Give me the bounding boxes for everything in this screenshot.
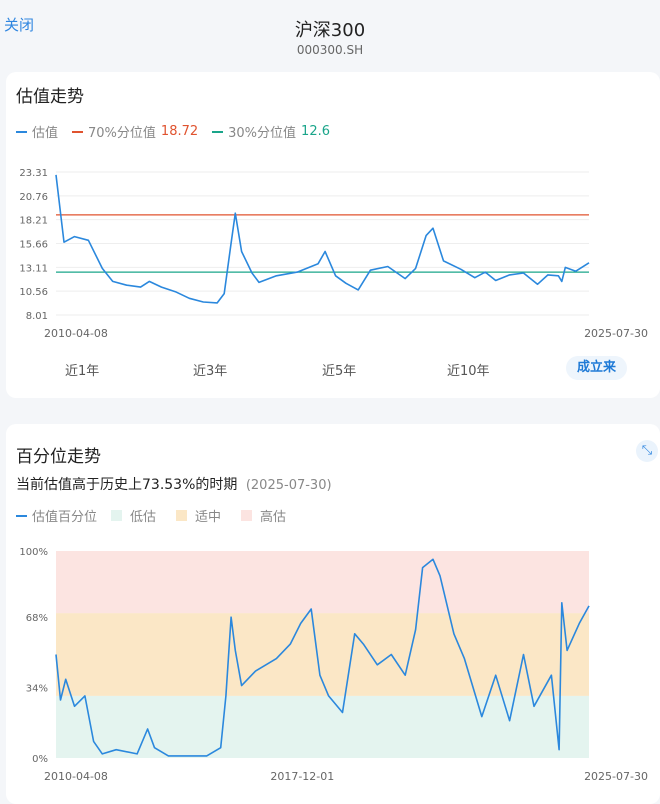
y-tick-label: 18.21	[19, 216, 48, 227]
percentile-description: 当前估值高于历史上73.53%的时期 (2025-07-30)	[16, 474, 332, 494]
legend-box-icon	[176, 510, 188, 521]
y-tick-label: 68%	[26, 613, 48, 624]
tab-10y[interactable]: 近10年	[447, 360, 490, 379]
legend-high[interactable]: 高估	[241, 506, 286, 525]
x-tick-label: 2025-07-30	[584, 327, 648, 340]
header-bar: 关闭 沪深300 000300.SH	[0, 0, 660, 72]
percentile-chart[interactable]: 100% 68% 34% 0% 2010-04-08 2017-12-01 2025-07-…	[6, 536, 660, 796]
y-tick-label: 15.66	[19, 240, 48, 251]
legend-line-icon	[72, 130, 84, 133]
tab-1y[interactable]: 近1年	[65, 360, 99, 379]
y-tick-label: 23.31	[19, 168, 48, 179]
legend-valuation[interactable]: 估值	[16, 122, 58, 141]
legend-box-icon	[111, 510, 123, 521]
legend-box-icon	[241, 510, 253, 521]
legend-mid-label: 适中	[195, 510, 222, 525]
y-tick-label: 100%	[19, 547, 48, 558]
index-code: 000300.SH	[296, 43, 364, 57]
legend-p30[interactable]: 30%分位值 12.6	[212, 122, 330, 141]
period-tabs: 近1年 近3年 近5年 近10年 成立来	[6, 356, 660, 382]
band-high	[56, 551, 589, 614]
page-title: 沪深300	[294, 20, 366, 41]
legend-line-icon	[212, 130, 224, 133]
legend-low-label: 低估	[130, 510, 157, 525]
x-tick-label: 2010-04-08	[44, 770, 108, 783]
legend-high-label: 高估	[260, 510, 287, 525]
y-tick-label: 0%	[32, 754, 48, 765]
band-mid	[56, 613, 589, 696]
y-tick-label: 10.56	[19, 287, 48, 298]
legend-low[interactable]: 低估	[111, 506, 156, 525]
x-tick-label: 2017-12-01	[270, 770, 334, 783]
tab-since-inception[interactable]: 成立来	[566, 356, 628, 380]
valuation-legend: 估值 70%分位值 18.72 30%分位值 12.6	[16, 122, 344, 141]
legend-line-icon	[16, 514, 27, 517]
y-tick-label: 20.76	[19, 192, 48, 203]
valuation-title: 估值走势	[16, 87, 84, 107]
percentile-legend: 估值百分位 低估 适中 高估	[16, 506, 300, 525]
tab-5y[interactable]: 近5年	[322, 360, 356, 379]
legend-percentile[interactable]: 估值百分位	[16, 506, 97, 525]
valuation-chart[interactable]: 23.31 20.76 18.21 15.66 13.11 10.56 8.01 2010-0…	[6, 160, 660, 350]
legend-line-icon	[16, 130, 27, 133]
x-tick-label: 2010-04-08	[44, 327, 108, 340]
legend-percentile-label: 估值百分位	[32, 510, 98, 525]
y-tick-label: 34%	[26, 684, 48, 695]
legend-p70[interactable]: 70%分位值 18.72	[72, 122, 198, 141]
percentile-title: 百分位走势	[16, 447, 101, 467]
legend-p30-value: 12.6	[301, 124, 330, 139]
percentile-description-date: (2025-07-30)	[245, 478, 332, 493]
tab-3y[interactable]: 近3年	[193, 360, 227, 379]
legend-valuation-label: 估值	[32, 126, 59, 141]
percentile-card: 百分位走势 ⤡ 当前估值高于历史上73.53%的时期 (2025-07-30) …	[6, 424, 660, 804]
x-tick-label: 2025-07-30	[584, 770, 648, 783]
legend-mid[interactable]: 适中	[176, 506, 221, 525]
band-low	[56, 695, 589, 758]
legend-p30-label: 30%分位值	[228, 126, 297, 141]
legend-p70-value: 18.72	[160, 124, 199, 139]
percentile-description-text: 当前估值高于历史上73.53%的时期	[16, 477, 238, 493]
y-tick-label: 13.11	[19, 263, 48, 274]
y-tick-label: 8.01	[26, 311, 48, 322]
valuation-series-line	[55, 174, 590, 304]
valuation-card: 估值走势 估值 70%分位值 18.72 30%分位值 12.6 23.31 20…	[6, 72, 660, 398]
expand-icon[interactable]: ⤡	[636, 440, 658, 462]
legend-p70-label: 70%分位值	[88, 126, 156, 141]
